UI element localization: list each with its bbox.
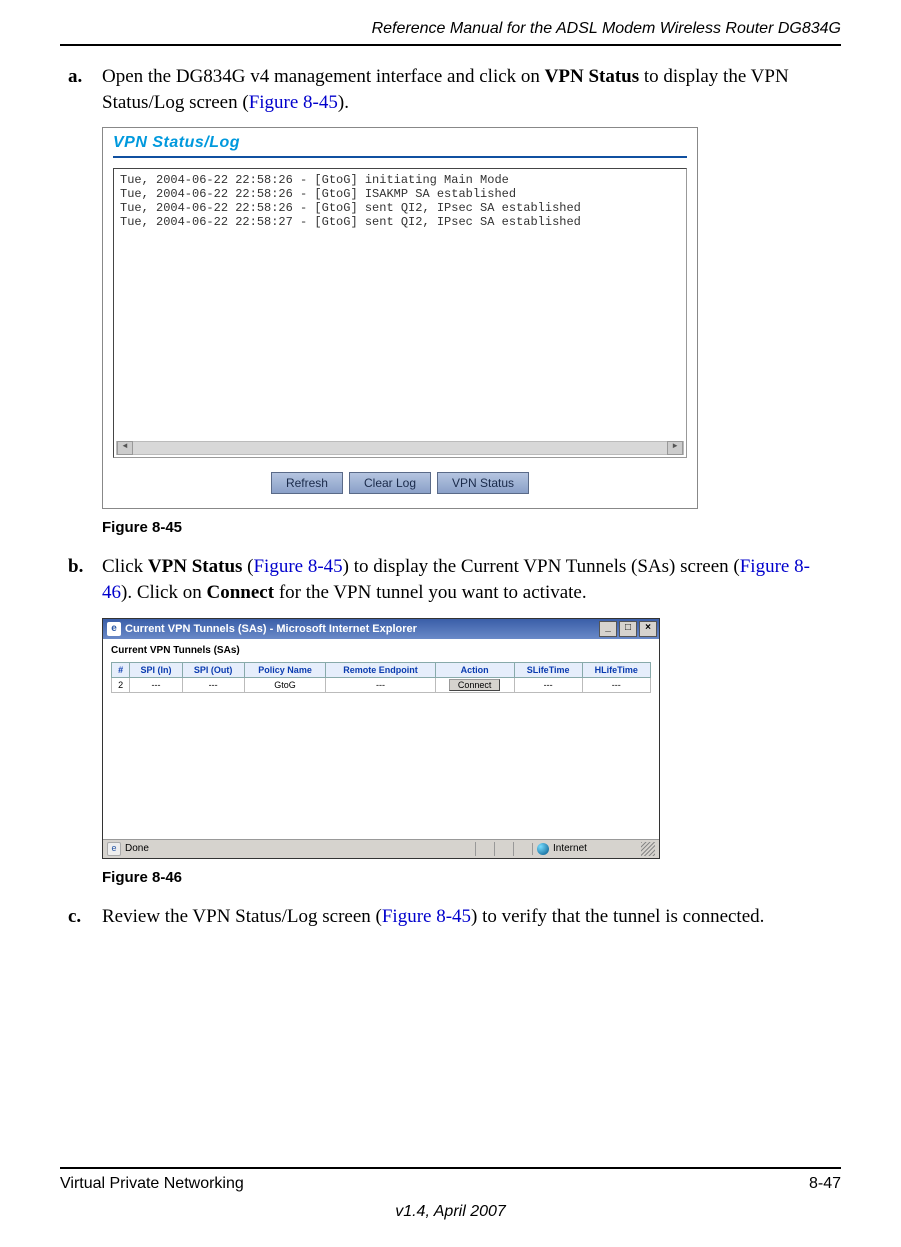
resize-grip-icon[interactable] — [641, 842, 655, 856]
log-line: Tue, 2004-06-22 22:58:26 - [GtoG] sent Q… — [120, 201, 680, 215]
td-hlife: --- — [582, 677, 650, 692]
vpn-log-box: Tue, 2004-06-22 22:58:26 - [GtoG] initia… — [113, 168, 687, 458]
table-header-row: # SPI (In) SPI (Out) Policy Name Remote … — [112, 662, 651, 677]
ie-icon: e — [107, 622, 121, 636]
th: Policy Name — [244, 662, 326, 677]
status-cells — [475, 842, 532, 856]
maximize-icon[interactable]: □ — [619, 621, 637, 637]
figure-8-45: VPN Status/Log Tue, 2004-06-22 22:58:26 … — [102, 127, 833, 536]
tunnels-title: Current VPN Tunnels (SAs) — [111, 645, 651, 656]
table-row: 2 --- --- GtoG --- Connect --- --- — [112, 677, 651, 692]
step-c: c. Review the VPN Status/Log screen (Fig… — [68, 904, 833, 930]
text: for the VPN tunnel you want to activate. — [274, 582, 587, 603]
header-rule — [60, 44, 841, 46]
connect-button[interactable]: Connect — [449, 679, 501, 691]
ie-statusbar: e Done Internet — [103, 839, 659, 858]
th: SPI (Out) — [182, 662, 244, 677]
footer-rule — [60, 1167, 841, 1169]
figure-8-46: e Current VPN Tunnels (SAs) - Microsoft … — [102, 618, 833, 886]
vpn-button-row: Refresh Clear Log VPN Status — [113, 472, 687, 494]
scroll-left-icon[interactable]: ◄ — [117, 441, 133, 455]
scrollbar[interactable]: ◄ ► — [116, 441, 684, 455]
step-c-text: Review the VPN Status/Log screen (Figure… — [102, 904, 833, 930]
figure-caption: Figure 8-46 — [102, 869, 833, 886]
text: ) to verify that the tunnel is connected… — [471, 906, 764, 927]
td-spi-out: --- — [182, 677, 244, 692]
text: ). — [338, 92, 349, 113]
status-zone: Internet — [532, 843, 637, 855]
footer-section: Virtual Private Networking — [60, 1175, 244, 1193]
globe-icon — [537, 843, 549, 855]
step-b-marker: b. — [68, 554, 102, 605]
log-line: Tue, 2004-06-22 22:58:26 - [GtoG] initia… — [120, 173, 680, 187]
vpn-status-button[interactable]: VPN Status — [437, 472, 529, 494]
ie-titlebar: e Current VPN Tunnels (SAs) - Microsoft … — [103, 619, 659, 639]
td-action: Connect — [435, 677, 514, 692]
vpn-status-panel: VPN Status/Log Tue, 2004-06-22 22:58:26 … — [102, 127, 698, 509]
refresh-button[interactable]: Refresh — [271, 472, 343, 494]
th: Action — [435, 662, 514, 677]
vpn-panel-rule — [113, 156, 687, 158]
text-bold: Connect — [207, 582, 275, 603]
td-remote: --- — [326, 677, 435, 692]
td-slife: --- — [514, 677, 582, 692]
status-internet: Internet — [553, 843, 587, 854]
page-icon: e — [107, 842, 121, 856]
log-line: Tue, 2004-06-22 22:58:27 - [GtoG] sent Q… — [120, 215, 680, 229]
tunnels-table: # SPI (In) SPI (Out) Policy Name Remote … — [111, 662, 651, 693]
th: SLifeTime — [514, 662, 582, 677]
th: SPI (In) — [130, 662, 182, 677]
footer-version: v1.4, April 2007 — [60, 1203, 841, 1221]
td-spi-in: --- — [130, 677, 182, 692]
text-bold: VPN Status — [545, 66, 639, 87]
close-icon[interactable]: × — [639, 621, 657, 637]
minimize-icon[interactable]: _ — [599, 621, 617, 637]
figure-link[interactable]: Figure 8-45 — [382, 906, 471, 927]
ie-window: e Current VPN Tunnels (SAs) - Microsoft … — [102, 618, 660, 859]
step-b: b. Click VPN Status (Figure 8-45) to dis… — [68, 554, 833, 605]
th: # — [112, 662, 130, 677]
page-footer: Virtual Private Networking 8-47 v1.4, Ap… — [60, 1167, 841, 1221]
clear-log-button[interactable]: Clear Log — [349, 472, 431, 494]
step-c-marker: c. — [68, 904, 102, 930]
figure-link[interactable]: Figure 8-45 — [253, 556, 342, 577]
text-bold: VPN Status — [148, 556, 242, 577]
status-done: Done — [125, 843, 149, 854]
text: Click — [102, 556, 148, 577]
step-a: a. Open the DG834G v4 management interfa… — [68, 64, 833, 115]
text: Review the VPN Status/Log screen ( — [102, 906, 382, 927]
manual-title: Reference Manual for the ADSL Modem Wire… — [60, 20, 841, 38]
text: ) to display the Current VPN Tunnels (SA… — [343, 556, 740, 577]
vpn-panel-title: VPN Status/Log — [113, 134, 687, 152]
figure-caption: Figure 8-45 — [102, 519, 833, 536]
figure-link[interactable]: Figure 8-45 — [249, 92, 338, 113]
step-a-marker: a. — [68, 64, 102, 115]
ie-body: Current VPN Tunnels (SAs) # SPI (In) SPI… — [103, 639, 659, 839]
td-num: 2 — [112, 677, 130, 692]
td-policy: GtoG — [244, 677, 326, 692]
text: Open the DG834G v4 management interface … — [102, 66, 545, 87]
window-title: Current VPN Tunnels (SAs) - Microsoft In… — [125, 623, 417, 635]
step-b-text: Click VPN Status (Figure 8-45) to displa… — [102, 554, 833, 605]
step-a-text: Open the DG834G v4 management interface … — [102, 64, 833, 115]
th: HLifeTime — [582, 662, 650, 677]
text: ( — [242, 556, 253, 577]
footer-page: 8-47 — [809, 1175, 841, 1193]
scroll-right-icon[interactable]: ► — [667, 441, 683, 455]
log-line: Tue, 2004-06-22 22:58:26 - [GtoG] ISAKMP… — [120, 187, 680, 201]
text: ). Click on — [121, 582, 207, 603]
th: Remote Endpoint — [326, 662, 435, 677]
